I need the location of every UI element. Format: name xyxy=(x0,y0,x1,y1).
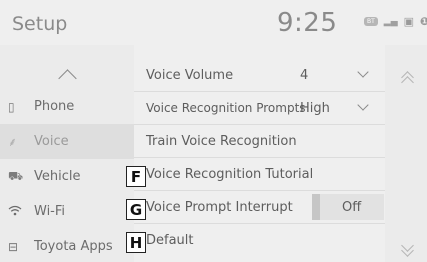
row-label: Voice Recognition Prompts xyxy=(146,101,306,115)
signal-icon: ▂▄ xyxy=(383,16,398,27)
row-default[interactable]: Default xyxy=(134,224,385,256)
scroll-column xyxy=(385,45,427,262)
voice-prompts-value: High xyxy=(300,100,330,116)
row-voice-recognition-prompts[interactable]: Voice Recognition Prompts High xyxy=(134,92,385,125)
sidebar-scroll-up[interactable] xyxy=(0,57,134,92)
sidebar-item-label: Phone xyxy=(34,99,75,114)
chevron-up-icon xyxy=(57,69,77,88)
row-train-voice-recognition[interactable]: Train Voice Recognition xyxy=(134,125,385,158)
sidebar-item-label: Vehicle xyxy=(34,169,81,184)
voice-volume-value: 4 xyxy=(300,67,309,83)
toggle-indicator xyxy=(312,194,320,220)
wifi-icon xyxy=(0,205,34,219)
sidebar-item-label: Toyota Apps xyxy=(34,239,113,254)
bluetooth-icon: BT xyxy=(364,17,378,26)
row-label: Voice Recognition Tutorial xyxy=(146,166,314,182)
car-icon: ⛟ xyxy=(8,168,24,183)
chevron-down-icon xyxy=(357,66,369,78)
row-voice-prompt-interrupt[interactable]: Voice Prompt Interrupt Off xyxy=(134,191,385,224)
sidebar-item-label: Wi-Fi xyxy=(34,204,66,219)
sidebar-item-vehicle[interactable]: ⛟ Vehicle xyxy=(0,159,134,194)
sidebar-item-voice[interactable]: ⸙ Voice xyxy=(0,124,134,159)
sidebar: ▯ Phone ⸙ Voice ⛟ Vehicle Wi-Fi ⊟ Toyota… xyxy=(0,45,134,262)
voice-icon: ⸙ xyxy=(8,135,18,149)
row-voice-recognition-tutorial[interactable]: Voice Recognition Tutorial xyxy=(134,158,385,191)
lock-icon: ▣ xyxy=(403,15,415,28)
callout-marker-f: F xyxy=(126,166,146,187)
row-voice-volume[interactable]: Voice Volume 4 xyxy=(134,59,385,92)
toggle-state: Off xyxy=(342,199,362,215)
chevron-down-icon xyxy=(357,99,369,111)
sidebar-item-wifi[interactable]: Wi-Fi xyxy=(0,194,134,229)
setup-screen: Setup 9:25 BT ▂▄ ▣ ❶ ▯ Phone ⸙ Voice ⛟ V… xyxy=(0,0,427,262)
row-label: Voice Prompt Interrupt xyxy=(146,199,293,215)
callout-marker-g: G xyxy=(126,199,146,220)
clock: 9:25 xyxy=(277,8,338,38)
row-label: Voice Volume xyxy=(146,67,234,83)
sidebar-item-label: Voice xyxy=(34,134,69,149)
row-label: Default xyxy=(146,232,194,248)
row-label: Train Voice Recognition xyxy=(146,133,297,149)
status-icons: BT ▂▄ ▣ ❶ xyxy=(364,15,427,28)
sidebar-item-toyota-apps[interactable]: ⊟ Toyota Apps xyxy=(0,229,134,262)
page-title: Setup xyxy=(12,13,68,35)
voice-prompt-interrupt-toggle[interactable]: Off xyxy=(312,194,384,220)
sidebar-item-phone[interactable]: ▯ Phone xyxy=(0,89,134,124)
notification-icon: ❶ xyxy=(420,15,427,28)
phone-icon: ▯ xyxy=(8,99,15,114)
top-bar: Setup 9:25 BT ▂▄ ▣ ❶ xyxy=(0,0,427,43)
apps-icon: ⊟ xyxy=(8,239,19,254)
callout-marker-h: H xyxy=(126,232,146,253)
